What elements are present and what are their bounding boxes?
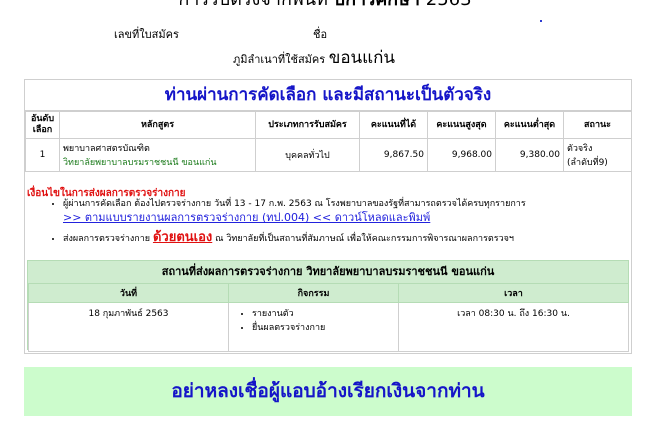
cell-program: พยาบาลศาสตรบัณฑิต วิทยาลัยพยาบาลบรมราชชน… bbox=[59, 138, 256, 172]
condition-submit-prefix: ส่งผลการตรวจร่างกาย bbox=[63, 234, 151, 244]
status-order: (ลำดับที่9) bbox=[567, 158, 608, 168]
submission-panel: สถานที่ส่งผลการตรวจร่างกาย วิทยาลัยพยาบา… bbox=[27, 260, 629, 352]
dot-mark bbox=[540, 20, 542, 22]
condition-submit-emphasis: ด้วยตนเอง bbox=[152, 230, 213, 245]
col-min: คะแนนต่ำสุด bbox=[495, 111, 564, 139]
heading-bold: บการศึกษา bbox=[334, 0, 420, 10]
table-row: 18 กุมภาพันธ์ 2563 รายงานตัว ยื่นผลตรวจร… bbox=[28, 302, 629, 352]
warning-banner: อย่าหลงเชื่อผู้แอบอ้างเรียกเงินจากท่าน bbox=[24, 367, 632, 416]
col-type: ประเภทการรับสมัคร bbox=[255, 111, 360, 139]
cell-status: ตัวจริง (ลำดับที่9) bbox=[563, 138, 632, 172]
cell-rank: 1 bbox=[25, 138, 60, 172]
col-max: คะแนนสูงสุด bbox=[427, 111, 496, 139]
cell-score: 9,867.50 bbox=[359, 138, 428, 172]
table-row: 1 พยาบาลศาสตรบัณฑิต วิทยาลัยพยาบาลบรมราช… bbox=[25, 138, 632, 172]
province-row: ภูมิลำเนาที่ใช้สมัคร ขอนแก่น bbox=[233, 44, 395, 71]
province-value: ขอนแก่น bbox=[328, 48, 396, 68]
condition-item-submit: ส่งผลการตรวจร่างกาย ด้วยตนเอง ณ วิทยาลัย… bbox=[63, 231, 633, 246]
schedule-table: วันที่ กิจกรรม เวลา 18 กุมภาพันธ์ 2563 ร… bbox=[28, 283, 629, 352]
result-title: ท่านผ่านการคัดเลือก และมีสถานะเป็นตัวจริ… bbox=[25, 80, 631, 111]
score-table: อันดับเลือก หลักสูตร ประเภทการรับสมัคร ค… bbox=[25, 111, 632, 172]
col-program: หลักสูตร bbox=[59, 111, 256, 139]
list-item: ยื่นผลตรวจร่างกาย bbox=[252, 320, 397, 334]
col-score: คะแนนที่ได้ bbox=[359, 111, 428, 139]
heading-year: 2563 bbox=[426, 0, 472, 10]
cell-activity: รายงานตัว ยื่นผลตรวจร่างกาย bbox=[228, 302, 399, 352]
program-name: พยาบาลศาสตรบัณฑิต bbox=[63, 144, 150, 154]
cell-min: 9,380.00 bbox=[495, 138, 564, 172]
condition-submit-suffix: ณ วิทยาลัยที่เป็นสถานที่สัมภาษณ์ เพื่อให… bbox=[215, 234, 514, 244]
activity-list: รายงานตัว ยื่นผลตรวจร่างกาย bbox=[230, 306, 397, 334]
col-rank: อันดับเลือก bbox=[25, 111, 60, 139]
cell-date: 18 กุมภาพันธ์ 2563 bbox=[28, 302, 229, 352]
college-name: วิทยาลัยพยาบาลบรมราชชนนี ขอนแก่น bbox=[63, 158, 217, 168]
cell-max: 9,968.00 bbox=[427, 138, 496, 172]
cell-type: บุคคลทั่วไป bbox=[255, 138, 360, 172]
condition-item-exam: ผู้ผ่านการคัดเลือก ต้องไปตรวจร่างกาย วัน… bbox=[63, 198, 633, 226]
download-form-link[interactable]: >> ตามแบบรายงานผลการตรวจร่างกาย (ทป.004)… bbox=[63, 211, 430, 224]
application-no-label: เลขที่ใบสมัคร bbox=[114, 28, 179, 41]
name-label: ชื่อ bbox=[313, 28, 328, 41]
province-label: ภูมิลำเนาที่ใช้สมัคร bbox=[233, 53, 326, 66]
cell-time: เวลา 08:30 น. ถึง 16:30 น. bbox=[398, 302, 629, 352]
conditions-list: ผู้ผ่านการคัดเลือก ต้องไปตรวจร่างกาย วัน… bbox=[51, 198, 633, 251]
col-time: เวลา bbox=[398, 283, 629, 303]
col-date: วันที่ bbox=[28, 283, 229, 303]
list-item: รายงานตัว bbox=[252, 306, 397, 320]
submission-title: สถานที่ส่งผลการตรวจร่างกาย วิทยาลัยพยาบา… bbox=[161, 265, 495, 278]
page-heading: การรับตรงจากพื้นที่ บการศึกษา 2563 bbox=[0, 0, 650, 11]
col-activity: กิจกรรม bbox=[228, 283, 399, 303]
condition-exam-text: ผู้ผ่านการคัดเลือก ต้องไปตรวจร่างกาย วัน… bbox=[63, 199, 526, 209]
status-value: ตัวจริง bbox=[567, 144, 593, 154]
score-table-header: อันดับเลือก หลักสูตร ประเภทการรับสมัคร ค… bbox=[25, 111, 632, 139]
schedule-table-header: วันที่ กิจกรรม เวลา bbox=[28, 283, 629, 303]
heading-prefix: การรับตรงจากพื้นที่ bbox=[178, 0, 328, 10]
col-status: สถานะ bbox=[563, 111, 632, 139]
result-panel: ท่านผ่านการคัดเลือก และมีสถานะเป็นตัวจริ… bbox=[24, 79, 632, 354]
